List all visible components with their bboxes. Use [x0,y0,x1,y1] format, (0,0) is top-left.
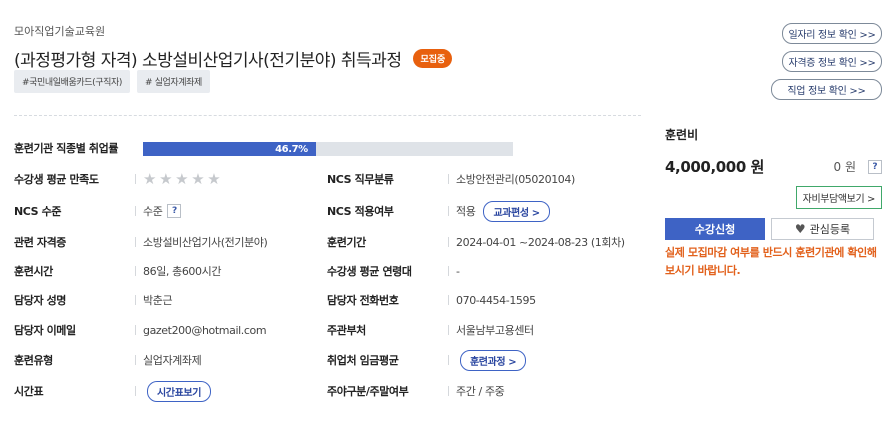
day-night-label: 주야구분/주말여부 [327,385,409,398]
favorite-button[interactable]: ♥ 관심등록 [771,218,874,240]
supervisor-label: 주관부처 [327,324,366,337]
self-pay-wrap: 0 원 ? [833,158,882,175]
row-related-cert: 관련 자격증 소방설비산업기사(전기분야) 훈련기간 2024-04-01 ~2… [14,232,641,252]
row-satisfaction: 수강생 평균 만족도 ★ ★ ★ ★ ★ NCS 직무분류 소방안전관리(050… [14,169,641,189]
separator [135,386,136,396]
separator [448,174,449,184]
avg-wage-label: 취업처 임금평균 [327,354,399,367]
hours-value: 86일, 총600시간 [143,265,222,278]
fee-row: 4,000,000 원 0 원 ? [665,156,882,177]
ncs-level-value: 수준 [143,205,163,218]
star-icon: ★ [143,169,157,188]
star-icon: ★ [159,169,173,188]
avg-age-value: - [456,264,460,278]
related-cert-label: 관련 자격증 [14,236,67,249]
separator [135,206,136,216]
title-row: (과정평가형 자격) 소방설비산업기사(전기분야) 취득과정 모집중 [14,46,453,71]
separator [448,386,449,396]
training-type-label: 훈련유형 [14,354,53,367]
separator [135,325,136,335]
hours-label: 훈련시간 [14,265,53,278]
help-icon[interactable]: ? [167,204,182,218]
heart-icon: ♥ [794,222,806,236]
row-hours: 훈련시간 86일, 총600시간 수강생 평균 연령대 - [14,261,641,281]
period-label: 훈련기간 [327,236,366,249]
separator [448,325,449,335]
ncs-apply-value: 적용 [456,205,476,218]
manager-name-value: 박춘근 [143,294,173,307]
divider [14,115,641,116]
related-cert-value: 소방설비산업기사(전기분야) [143,236,268,249]
ncs-level-value-wrap: 수준 ? [143,203,182,219]
row-manager-name: 담당자 성명 박춘근 담당자 전화번호 070-4454-1595 [14,290,641,310]
info-link-buttons: 일자리 정보 확인 >> 자격증 정보 확인 >> 직업 정보 확인 >> [771,23,882,100]
day-night-value: 주간 / 주중 [456,385,505,398]
separator [448,206,449,216]
separator [135,355,136,365]
fee-panel: 훈련비 4,000,000 원 0 원 ? 자비부담액보기 > 수강신청 ♥ 관… [665,126,882,277]
employment-rate-bar: 46.7% [143,142,513,156]
star-icon: ★ [191,169,205,188]
recruiting-badge: 모집중 [413,49,453,68]
star-icon: ★ [207,169,221,188]
job-info-button[interactable]: 일자리 정보 확인 >> [782,23,882,44]
tag-card: #국민내일배움카드(구직자) [14,70,131,93]
ncs-apply-label: NCS 적용여부 [327,205,394,218]
ncs-category-label: NCS 직무분류 [327,173,394,186]
institution-name: 모아직업기술교육원 [14,25,106,38]
separator [135,266,136,276]
row-ncs-level: NCS 수준 수준 ? NCS 적용여부 적용 교과편성 > [14,200,641,222]
timetable-label: 시간표 [14,385,44,398]
separator [448,355,449,365]
manager-name-label: 담당자 성명 [14,294,67,307]
satisfaction-stars: ★ ★ ★ ★ ★ [143,169,221,188]
curriculum-button[interactable]: 교과편성 > [483,200,550,222]
ncs-category-value: 소방안전관리(05020104) [456,173,575,186]
cert-info-button[interactable]: 자격증 정보 확인 >> [782,51,882,72]
row-training-type: 훈련유형 실업자계좌제 취업처 임금평균 훈련과정 > [14,349,641,371]
fee-label: 훈련비 [665,128,699,142]
supervisor-value: 서울남부고용센터 [456,324,534,337]
avg-wage-wrap: 훈련과정 > [452,349,527,371]
row-timetable: 시간표 시간표보기 주야구분/주말여부 주간 / 주중 [14,380,641,402]
row-employment-rate: 훈련기관 직종별 취업률 46.7% [14,138,641,158]
employment-rate-value: 46.7% [275,143,308,155]
fee-amount: 4,000,000 원 [665,158,765,176]
apply-button[interactable]: 수강신청 [665,218,765,240]
course-title: (과정평가형 자격) 소방설비산업기사(전기분야) 취득과정 [14,51,402,71]
help-icon[interactable]: ? [868,159,882,174]
manager-phone-value: 070-4454-1595 [456,293,536,307]
separator [135,174,136,184]
separator [448,237,449,247]
timetable-wrap: 시간표보기 [139,380,212,402]
avg-age-label: 수강생 평균 연령대 [327,265,412,278]
training-type-value: 실업자계좌제 [143,354,202,367]
ncs-level-label: NCS 수준 [14,205,62,218]
ncs-apply-wrap: 적용 교과편성 > [456,200,550,222]
manager-email-value: gazet200@hotmail.com [143,323,267,337]
separator [135,295,136,305]
star-icon: ★ [175,169,189,188]
separator [448,266,449,276]
timetable-button[interactable]: 시간표보기 [147,380,212,402]
self-pay-button[interactable]: 자비부담액보기 > [795,186,882,209]
occupation-info-button[interactable]: 직업 정보 확인 >> [771,79,882,100]
self-pay-amount: 0 원 [833,160,857,174]
manager-email-label: 담당자 이메일 [14,324,76,337]
employment-rate-label: 훈련기관 직종별 취업률 [14,142,119,155]
separator [448,295,449,305]
period-value: 2024-04-01 ~2024-08-23 (1회차) [456,236,625,249]
separator [135,237,136,247]
favorite-label: 관심등록 [809,223,851,236]
notice-text: 실제 모집마감 여부를 반드시 훈련기관에 확인해보시기 바랍니다. [665,246,877,277]
tag-account: # 실업자계좌제 [137,70,210,93]
training-course-button[interactable]: 훈련과정 > [460,349,527,371]
manager-phone-label: 담당자 전화번호 [327,294,399,307]
tag-list: #국민내일배움카드(구직자) # 실업자계좌제 [14,70,210,93]
row-manager-email: 담당자 이메일 gazet200@hotmail.com 주관부처 서울남부고용… [14,320,641,340]
employment-rate-fill: 46.7% [143,142,316,156]
satisfaction-label: 수강생 평균 만족도 [14,173,99,186]
